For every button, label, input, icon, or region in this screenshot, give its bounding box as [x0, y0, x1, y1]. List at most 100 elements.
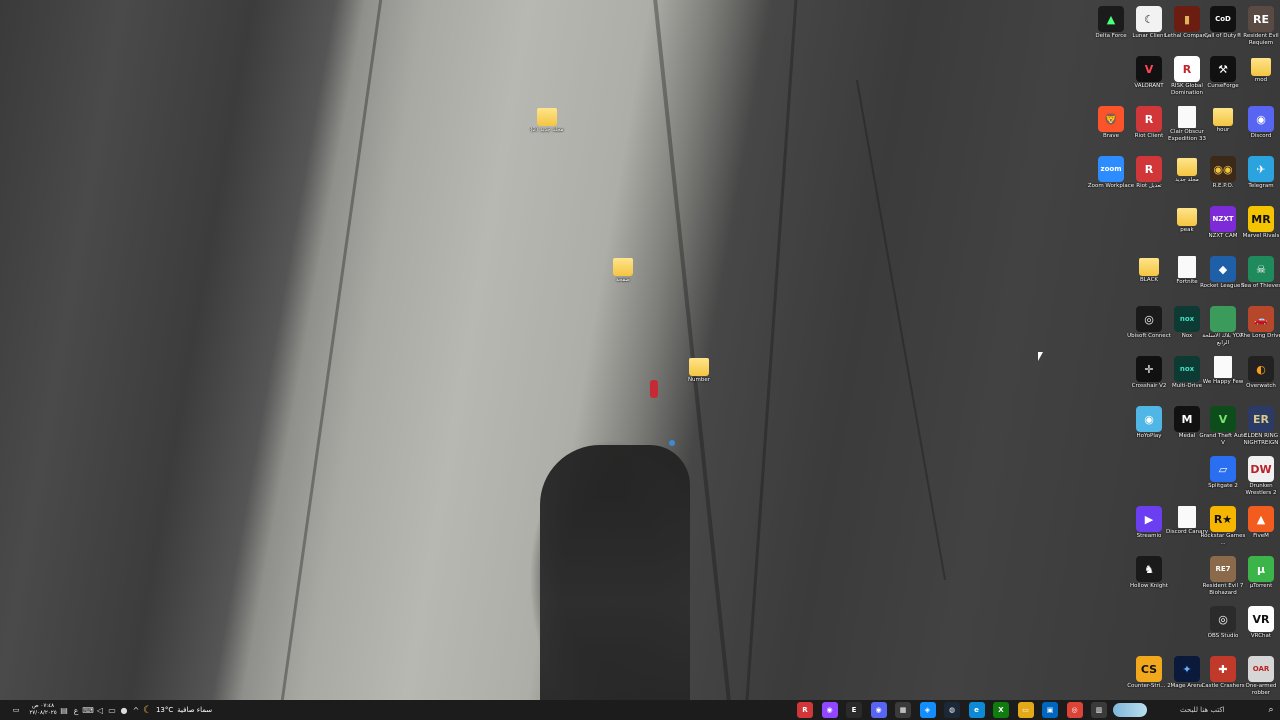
- app-icon: ◆: [1210, 256, 1236, 282]
- app-icon: ☾: [1136, 6, 1162, 32]
- search-box[interactable]: اكتب هنا للبحث: [1150, 700, 1270, 720]
- desktop-icon-overwatch[interactable]: ◐ Overwatch: [1236, 354, 1280, 402]
- desktop: ▲ Delta Force ☾ Lunar Client ▮ Lethal Company…: [0, 0, 1280, 720]
- app-icon: ✛: [1136, 356, 1162, 382]
- app-icon: 🦁: [1098, 106, 1124, 132]
- task-view-app-icon[interactable]: ▥: [1091, 702, 1107, 718]
- app-icon: ✈: [1248, 156, 1274, 182]
- epic-app-icon[interactable]: E: [846, 702, 862, 718]
- folder-icon: [1139, 258, 1159, 276]
- app-icon: µ: [1248, 556, 1274, 582]
- app-icon: OAR: [1248, 656, 1274, 682]
- battlenet-app-icon[interactable]: ◈: [919, 702, 936, 718]
- app-icon: ▲: [1248, 506, 1274, 532]
- desktop-icon-drunken-wrestlers-2[interactable]: DW Drunken Wrestlers 2: [1236, 454, 1280, 502]
- app-icon: R★: [1210, 506, 1236, 532]
- desktop-icon-label: One-armed robber: [1245, 683, 1277, 696]
- desktop-icon-vrchat[interactable]: VR VRChat: [1236, 604, 1280, 652]
- weather-text: سماء صافية: [177, 706, 213, 714]
- desktop-icon-torrent[interactable]: µ µTorrent: [1236, 554, 1280, 602]
- desktop-icon-marvel-rivals[interactable]: MR Marvel Rivals: [1236, 204, 1280, 252]
- app-icon: ◉: [1136, 406, 1162, 432]
- app-icon: CoD: [1210, 6, 1236, 32]
- desktop-icon-hollow-knight[interactable]: ♞ Hollow Knight: [1124, 554, 1174, 602]
- volume-icon[interactable]: ◁: [94, 700, 106, 720]
- discord-app-icon[interactable]: ◉: [870, 702, 887, 718]
- clock-time: ٠٧:٤٨ ص: [31, 703, 55, 709]
- app-icon: CS: [1136, 656, 1162, 682]
- climber-figure-2: [669, 440, 675, 446]
- folder-icon: [1177, 158, 1197, 176]
- keyboard-icon[interactable]: ⌨: [82, 700, 94, 720]
- folder-icon: [1177, 208, 1197, 226]
- calculator-app-icon[interactable]: ▦: [895, 702, 911, 718]
- mouse-cursor: [1038, 352, 1043, 361]
- riot-app-icon[interactable]: R: [797, 702, 813, 718]
- desktop-icon-label: صفحة: [616, 277, 630, 283]
- mic-icon[interactable]: ●: [118, 700, 130, 720]
- file-icon: [1178, 106, 1196, 128]
- desktop-icon-elden-ring-nightreign[interactable]: ER ELDEN RING NIGHTREIGN: [1236, 404, 1280, 452]
- search-illustration: [1110, 700, 1150, 720]
- steam-app-icon[interactable]: ◍: [944, 702, 960, 718]
- file-icon: [1178, 506, 1196, 528]
- desktop-icon-label: (2) مجلد جديد: [530, 127, 564, 133]
- app-icon: nox: [1174, 356, 1200, 382]
- app-icon: ◐: [1248, 356, 1274, 382]
- weather-temp: 13°C: [155, 706, 174, 714]
- twitch-app-icon[interactable]: ◉: [821, 702, 838, 718]
- app-icon: ◉◉: [1210, 156, 1236, 182]
- desktop-icon-mod[interactable]: mod: [1236, 54, 1280, 102]
- app-icon: ▱: [1210, 456, 1236, 482]
- app-icon: NZXT: [1210, 206, 1236, 232]
- desktop-icon-resident-evil-requiem[interactable]: RE Resident Evil Requiem: [1236, 4, 1280, 52]
- file-explorer-app-icon[interactable]: ▭: [1017, 702, 1034, 718]
- notification-icon[interactable]: ▤: [58, 700, 70, 720]
- desktop-icon-the-long-drive[interactable]: 🚗 The Long Drive: [1236, 304, 1280, 352]
- app-icon: ▮: [1174, 6, 1200, 32]
- search-input[interactable]: اكتب هنا للبحث: [1180, 706, 1225, 714]
- weather-widget[interactable]: ☾ 13°C سماء صافية: [143, 700, 233, 720]
- app-icon: RE: [1248, 6, 1274, 32]
- ime-icon[interactable]: ع: [70, 700, 82, 720]
- desktop-icon-sea-of-thieves[interactable]: ☠ Sea of Thieves: [1236, 254, 1280, 302]
- app-icon: ⚒: [1210, 56, 1236, 82]
- network-icon[interactable]: ▭: [106, 700, 118, 720]
- desktop-icon-item[interactable]: صفحة: [598, 254, 648, 302]
- chrome-app-icon[interactable]: ◎: [1066, 702, 1083, 718]
- app-icon: ◎: [1210, 606, 1236, 632]
- desktop-icon-one-armed-robber[interactable]: OAR One-armed robber: [1236, 654, 1280, 702]
- desktop-icon-label: FiveM: [1253, 533, 1269, 539]
- desktop-icon-label: µTorrent: [1249, 583, 1273, 589]
- app-icon: ◉: [1248, 106, 1274, 132]
- desktop-icon-telegram[interactable]: ✈ Telegram: [1236, 154, 1280, 202]
- desktop-icon-label: Hollow Knight: [1130, 583, 1168, 589]
- desktop-icon-2[interactable]: (2) مجلد جديد: [522, 104, 572, 152]
- app-icon: DW: [1248, 456, 1274, 482]
- app-icon: ✚: [1210, 656, 1236, 682]
- desktop-icon-discord[interactable]: ◉ Discord: [1236, 104, 1280, 152]
- app-icon: ▶: [1136, 506, 1162, 532]
- xbox-app-icon[interactable]: X: [993, 702, 1009, 718]
- edge-app-icon[interactable]: e: [968, 702, 985, 718]
- search-icon[interactable]: ⌕: [1262, 700, 1280, 720]
- file-icon: [1178, 256, 1196, 278]
- file-icon: [1214, 356, 1232, 378]
- taskbar: ▭ ٠٧:٤٨ ص ٢٧/٠٨/٢٠٢٥ ▤ ع ⌨ ◁ ▭ ● ^ ☾ 13°C سماء…: [0, 700, 1280, 720]
- chevron-up-icon[interactable]: ^: [130, 700, 142, 720]
- app-icon: nox: [1174, 306, 1200, 332]
- desktop-icon-label: Sea of Thieves: [1240, 283, 1280, 289]
- clock-date: ٢٧/٠٨/٢٠٢٥: [29, 710, 57, 716]
- weather-moon-icon: ☾: [143, 704, 152, 716]
- desktop-icon-number[interactable]: Number: [674, 354, 724, 402]
- app-icon: [1210, 306, 1236, 332]
- clock[interactable]: ٠٧:٤٨ ص ٢٧/٠٨/٢٠٢٥: [26, 700, 60, 720]
- rock-outcrop: [540, 445, 690, 705]
- desktop-icon-label: Telegram: [1248, 183, 1274, 189]
- desktop-icon-label: ELDEN RING NIGHTREIGN: [1243, 433, 1279, 446]
- store-app-icon[interactable]: ▣: [1042, 702, 1058, 718]
- app-icon: R: [1136, 106, 1162, 132]
- desktop-icon-fivem[interactable]: ▲ FiveM: [1236, 504, 1280, 552]
- app-icon: ☠: [1248, 256, 1274, 282]
- desktop-icon-label: VRChat: [1250, 633, 1272, 639]
